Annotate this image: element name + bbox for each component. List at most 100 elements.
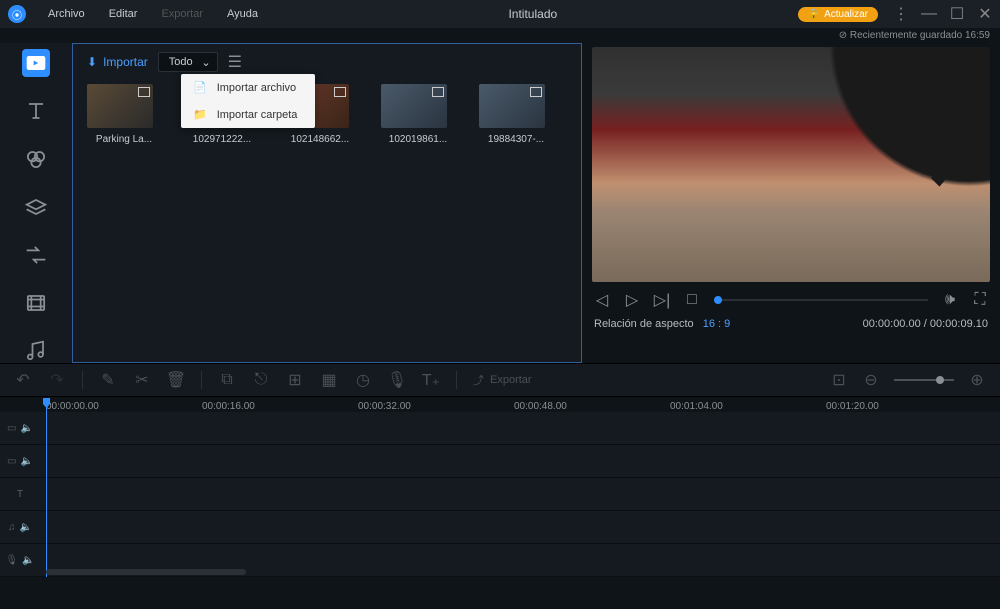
prev-frame-icon[interactable]: ◁ bbox=[594, 292, 610, 308]
import-file-label: Importar archivo bbox=[217, 82, 296, 94]
timeline-tracks[interactable]: ▭🔈 ▭🔈 T ♫🔈 🎙🔈 bbox=[0, 412, 1000, 577]
close-icon[interactable]: ✕ bbox=[978, 7, 992, 21]
import-file-item[interactable]: 📄 Importar archivo bbox=[181, 74, 315, 101]
kebab-icon[interactable]: ⋮ bbox=[894, 7, 908, 21]
timeline: 00:00:00.00 00:00:16.00 00:00:32.00 00:0… bbox=[0, 397, 1000, 577]
update-label: Actualizar bbox=[824, 9, 868, 20]
minimize-icon[interactable]: — bbox=[922, 7, 936, 21]
text-track[interactable]: T bbox=[0, 478, 1000, 511]
sound-icon: 🔈 bbox=[21, 423, 33, 434]
speed-icon[interactable]: ◷ bbox=[354, 371, 372, 389]
media-clip[interactable]: Parking La... bbox=[87, 84, 161, 145]
menu-archivo[interactable]: Archivo bbox=[38, 8, 95, 20]
clip-label: 19884307-... bbox=[479, 134, 553, 145]
volume-icon[interactable]: 🕪 bbox=[942, 292, 958, 308]
fit-icon[interactable]: ⊡ bbox=[830, 371, 848, 389]
window-controls: ⋮ — ☐ ✕ bbox=[894, 7, 992, 21]
time-mark: 00:00:00.00 bbox=[46, 401, 202, 412]
merge-icon[interactable]: ⊞ bbox=[286, 371, 304, 389]
aspect-label: Relación de aspecto bbox=[594, 318, 694, 330]
import-folder-item[interactable]: 📁 Importar carpeta bbox=[181, 101, 315, 128]
preview-viewport[interactable] bbox=[592, 47, 990, 282]
aspect-ratio: Relación de aspecto 16 : 9 bbox=[594, 318, 730, 330]
media-clip[interactable]: 19884307-... bbox=[479, 84, 553, 145]
view-list-icon[interactable]: ☰ bbox=[228, 52, 242, 72]
cut-icon[interactable]: ✂ bbox=[133, 371, 151, 389]
lock-icon: 🔒 bbox=[808, 9, 820, 20]
tab-elements[interactable] bbox=[22, 289, 50, 317]
tab-overlay[interactable] bbox=[22, 193, 50, 221]
aspect-value[interactable]: 16 : 9 bbox=[703, 318, 731, 330]
menu-exportar: Exportar bbox=[151, 8, 213, 20]
file-plus-icon: 📄 bbox=[193, 81, 207, 94]
clip-label: Parking La... bbox=[87, 134, 161, 145]
time-ruler[interactable]: 00:00:00.00 00:00:16.00 00:00:32.00 00:0… bbox=[0, 397, 1000, 412]
export-button[interactable]: ⤴ Exportar bbox=[473, 372, 532, 388]
text-track-icon: T bbox=[17, 489, 23, 500]
update-button[interactable]: 🔒 Actualizar bbox=[798, 7, 878, 22]
play-icon[interactable]: ▷ bbox=[624, 292, 640, 308]
zoom-slider[interactable] bbox=[894, 379, 954, 381]
time-mark: 00:00:32.00 bbox=[358, 401, 514, 412]
tab-filters[interactable] bbox=[22, 145, 50, 173]
maximize-icon[interactable]: ☐ bbox=[950, 7, 964, 21]
folder-icon: 📁 bbox=[193, 108, 207, 121]
media-thumbnails: Parking La... 102971222... 102148662... … bbox=[73, 80, 581, 149]
video-track[interactable]: ▭🔈 bbox=[0, 412, 1000, 445]
tab-media[interactable] bbox=[22, 49, 50, 77]
audio-track[interactable]: ♫🔈 bbox=[0, 511, 1000, 544]
pip-track[interactable]: ▭🔈 bbox=[0, 445, 1000, 478]
undo-icon[interactable]: ↶ bbox=[14, 371, 32, 389]
split-icon[interactable]: ⎋ bbox=[252, 371, 270, 389]
tab-transitions[interactable] bbox=[22, 241, 50, 269]
time-mark: 00:01:04.00 bbox=[670, 401, 826, 412]
zoom-out-icon[interactable]: ⊖ bbox=[862, 371, 880, 389]
time-mark: 00:01:20.00 bbox=[826, 401, 982, 412]
titlebar: ⦿ Archivo Editar Exportar Ayuda Intitula… bbox=[0, 0, 1000, 28]
pip-track-icon: ▭ bbox=[7, 456, 16, 467]
left-tab-bar bbox=[0, 43, 72, 363]
time-display: 00:00:00.00 / 00:00:09.10 bbox=[863, 318, 988, 330]
download-icon: ⬇ bbox=[87, 55, 97, 69]
progress-slider[interactable] bbox=[714, 299, 928, 301]
text-tool-icon[interactable]: T₊ bbox=[422, 371, 440, 389]
filter-select[interactable]: Todo ⌄ bbox=[158, 52, 218, 72]
export-icon: ⤴ bbox=[473, 372, 484, 388]
clip-label: 102019861... bbox=[381, 134, 455, 145]
chevron-down-icon: ⌄ bbox=[201, 56, 210, 69]
redo-icon[interactable]: ↷ bbox=[48, 371, 66, 389]
autosave-status: ⊘ Recientemente guardado 16:59 bbox=[0, 28, 1000, 43]
tab-audio[interactable] bbox=[22, 337, 50, 365]
autosave-label: Recientemente guardado 16:59 bbox=[850, 30, 990, 41]
import-folder-label: Importar carpeta bbox=[217, 109, 298, 121]
edit-toolbar: ↶ ↷ ✎ ✂ 🗑 ⧉ ⎋ ⊞ ▦ ◷ 🎙 T₊ ⤴ Exportar ⊡ ⊖ … bbox=[0, 363, 1000, 397]
clip-label: 102971222... bbox=[185, 134, 259, 145]
time-mark: 00:00:16.00 bbox=[202, 401, 358, 412]
check-icon: ⊘ bbox=[839, 30, 847, 41]
mosaic-icon[interactable]: ▦ bbox=[320, 371, 338, 389]
delete-icon[interactable]: 🗑 bbox=[167, 371, 185, 389]
import-button[interactable]: ⬇ Importar bbox=[87, 55, 148, 69]
import-label: Importar bbox=[103, 55, 148, 69]
voice-icon[interactable]: 🎙 bbox=[388, 371, 406, 389]
edit-icon[interactable]: ✎ bbox=[99, 371, 117, 389]
sound-icon: 🔈 bbox=[20, 522, 32, 533]
filter-value: Todo bbox=[169, 56, 193, 68]
stop-icon[interactable]: □ bbox=[684, 292, 700, 308]
media-clip[interactable]: 102019861... bbox=[381, 84, 455, 145]
export-label: Exportar bbox=[490, 374, 532, 386]
fullscreen-icon[interactable]: ⛶ bbox=[972, 292, 988, 308]
sound-icon: 🔈 bbox=[21, 456, 33, 467]
crop-icon[interactable]: ⧉ bbox=[218, 371, 236, 389]
playback-controls: ◁ ▷ ▷| □ 🕪 ⛶ bbox=[592, 282, 990, 314]
next-frame-icon[interactable]: ▷| bbox=[654, 292, 670, 308]
preview-panel: ◁ ▷ ▷| □ 🕪 ⛶ Relación de aspecto 16 : 9 … bbox=[582, 43, 1000, 363]
media-panel: ⬇ Importar Todo ⌄ ☰ 📄 Importar archivo 📁… bbox=[72, 43, 582, 363]
tab-text[interactable] bbox=[22, 97, 50, 125]
menu-editar[interactable]: Editar bbox=[99, 8, 148, 20]
playhead[interactable] bbox=[46, 398, 47, 577]
horizontal-scrollbar[interactable] bbox=[46, 569, 246, 575]
zoom-in-icon[interactable]: ⊕ bbox=[968, 371, 986, 389]
menu-ayuda[interactable]: Ayuda bbox=[217, 8, 268, 20]
clip-label: 102148662... bbox=[283, 134, 357, 145]
